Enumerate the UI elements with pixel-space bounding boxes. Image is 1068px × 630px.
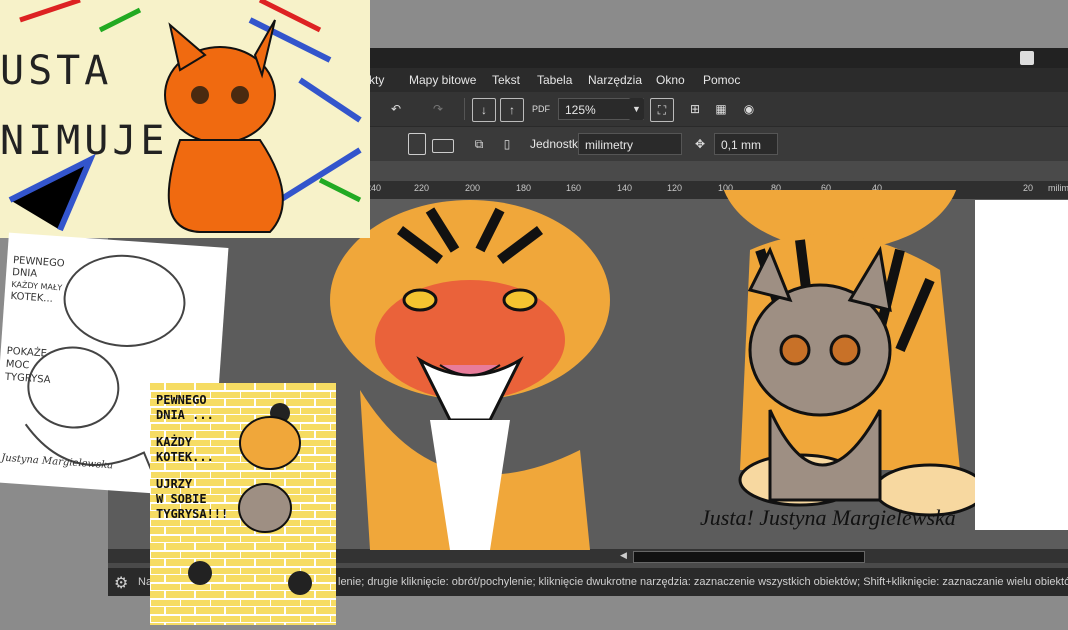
kitten-eye — [829, 334, 861, 366]
tiger-eye — [502, 288, 538, 312]
justa-animuje-banner: USTA NIMUJE — [0, 0, 370, 238]
tygrysa-poster: PEWNEGO DNIA ... KAŻDY KOTEK... UJRZY W … — [150, 383, 336, 625]
fox-cat-eye — [231, 86, 249, 104]
nudge-distance-field[interactable]: 0,1 mm — [714, 133, 778, 155]
view-icon[interactable]: ◉ — [738, 98, 760, 120]
status-hint: lenie; drugie kliknięcie: obrót/pochylen… — [338, 576, 1068, 588]
poster-line: PEWNEGO — [156, 393, 207, 407]
kitten-eye — [779, 334, 811, 366]
toolbar-divider — [464, 98, 465, 120]
menu-table[interactable]: Tabela — [537, 73, 572, 87]
poster-line: W SOBIE — [156, 492, 207, 506]
units-label: Jednostki: — [530, 137, 585, 151]
poster-line: KOTEK... — [156, 450, 214, 464]
artist-signature: Justa! Justyna Margielewska — [700, 505, 956, 530]
undo-icon[interactable]: ↶ — [384, 98, 408, 120]
fox-cat-body — [167, 139, 284, 233]
full-screen-icon[interactable]: ⛶ — [650, 98, 674, 122]
ruler-units: milim — [1048, 183, 1068, 193]
menu-bitmaps[interactable]: Mapy bitowe — [409, 73, 476, 87]
tiger-kitten-artwork: Justa! Justyna Margielewska — [330, 190, 980, 550]
poster-tiger — [239, 416, 301, 470]
portrait-icon[interactable] — [408, 133, 426, 155]
banner-line-2: NIMUJE — [0, 118, 169, 164]
tiger-eye — [402, 288, 438, 312]
menu-help[interactable]: Pomoc — [703, 73, 740, 87]
current-page-icon[interactable]: ▯ — [496, 133, 518, 155]
pdf-export-button[interactable]: PDF — [528, 98, 554, 120]
scroll-thumb[interactable] — [633, 551, 865, 563]
poster-line: DNIA ... — [156, 408, 214, 422]
app-icon[interactable] — [1020, 51, 1034, 65]
fox-cat-eye — [191, 86, 209, 104]
hole-mark — [188, 561, 212, 585]
menu-text[interactable]: Tekst — [492, 73, 520, 87]
artwork-background-panel — [975, 200, 1068, 530]
units-dropdown[interactable]: milimetry — [578, 133, 682, 155]
banner-line-1: USTA — [0, 48, 113, 94]
poster-line: KAŻDY — [156, 435, 193, 449]
export-icon[interactable]: ↑ — [500, 98, 524, 122]
grid-icon[interactable]: ▦ — [710, 98, 732, 120]
menu-objects[interactable]: kty — [369, 73, 384, 87]
snap-to-icon[interactable]: ⊞ — [684, 98, 706, 120]
nudge-icon[interactable]: ✥ — [689, 133, 711, 155]
scroll-left-icon[interactable]: ◀ — [620, 550, 630, 562]
import-icon[interactable]: ↓ — [472, 98, 496, 122]
menu-window[interactable]: Okno — [656, 73, 685, 87]
gear-icon[interactable]: ⚙ — [114, 573, 128, 593]
landscape-icon[interactable] — [432, 139, 454, 153]
redo-icon[interactable]: ↷ — [426, 98, 450, 120]
menu-tools[interactable]: Narzędzia — [588, 73, 642, 87]
poster-line: TYGRYSA!!! — [156, 507, 229, 521]
sketch-tiger-head — [63, 254, 186, 347]
chevron-down-icon[interactable]: ▼ — [629, 98, 644, 120]
poster-line: UJRZY — [156, 477, 193, 491]
ruler-tick: 20 — [1023, 183, 1034, 193]
all-pages-icon[interactable]: ⧉ — [468, 133, 490, 155]
hole-mark — [288, 571, 312, 595]
poster-kitten — [238, 483, 292, 533]
